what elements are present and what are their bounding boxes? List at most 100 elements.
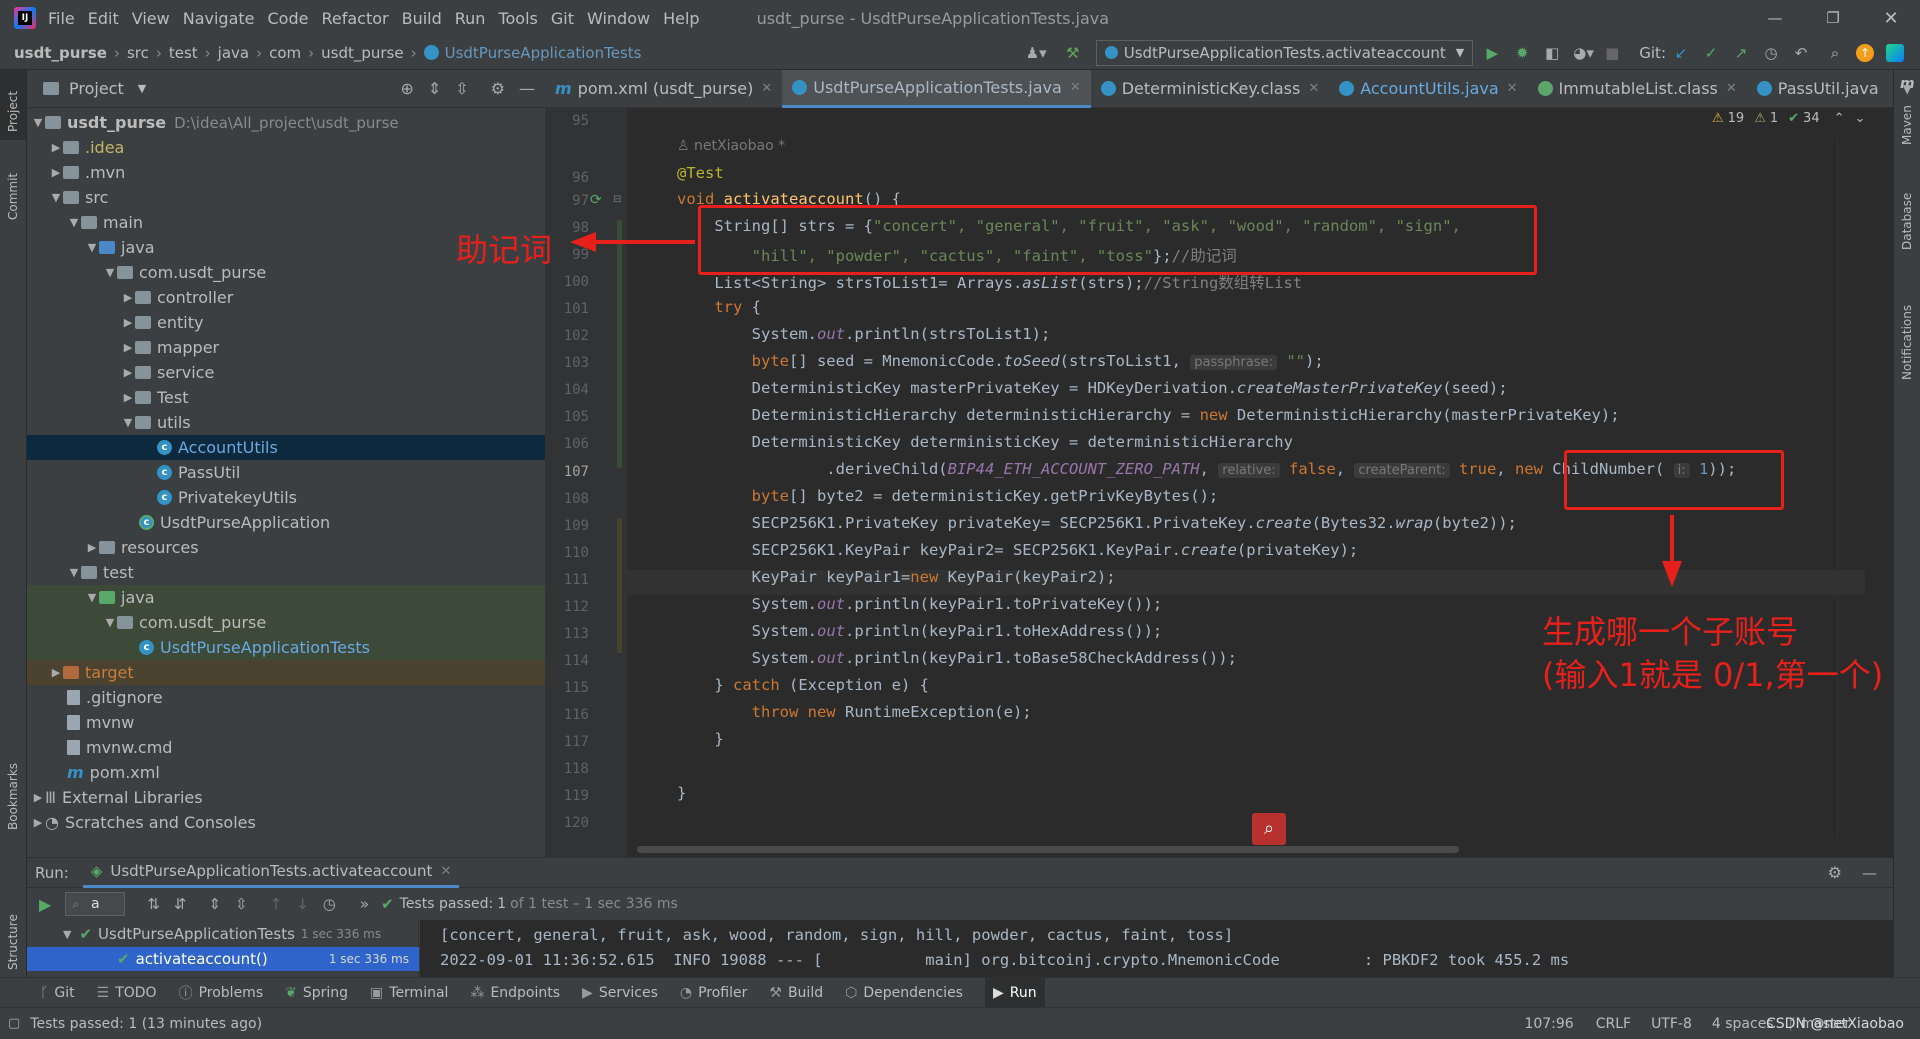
tab-passutil[interactable]: PassUtil.java (1747, 70, 1889, 108)
tree-item-mvn[interactable]: ▶ .mvn (27, 160, 545, 185)
test-tree-root[interactable]: ▼ ✔ UsdtPurseApplicationTests 1 sec 336 … (27, 922, 419, 946)
coverage-icon[interactable]: ◧ (1543, 44, 1561, 62)
breadcrumb-com[interactable]: com (269, 44, 301, 62)
tree-item-pom[interactable]: m pom.xml (27, 760, 545, 785)
run-tab[interactable]: ◈ UsdtPurseApplicationTests.activateacco… (82, 858, 460, 888)
tool-build[interactable]: ⚒ Build (769, 985, 823, 1001)
plugin-icon[interactable] (1886, 43, 1904, 62)
caret-position[interactable]: 107:96 (1524, 1016, 1573, 1032)
profile-icon[interactable]: ◕▾ (1573, 44, 1594, 62)
tool-spring[interactable]: ❦ Spring (285, 985, 348, 1001)
menu-git[interactable]: Git (551, 9, 574, 28)
tree-item-src[interactable]: ▼ src (27, 185, 545, 210)
indent-setting[interactable]: 4 spaces (1712, 1016, 1774, 1032)
close-icon[interactable]: ✕ (1726, 81, 1737, 96)
gear-icon[interactable]: ⚙ (491, 79, 505, 98)
tool-problems[interactable]: ⓘ Problems (179, 983, 264, 1003)
tree-item-target[interactable]: ▶ target (27, 660, 545, 685)
locate-icon[interactable]: ⊕ (400, 79, 413, 98)
tool-dependencies[interactable]: ⬡ Dependencies (845, 985, 963, 1001)
structure-tool-button[interactable]: Structure (6, 914, 20, 970)
sort-duration-icon[interactable]: ⇵ (174, 895, 187, 913)
next-icon[interactable]: ↓ (296, 895, 309, 913)
breadcrumb-java[interactable]: java (218, 44, 249, 62)
tree-item-test-pkg[interactable]: ▶ Test (27, 385, 545, 410)
tool-git[interactable]: ᚴ Git (40, 985, 75, 1001)
tree-item-external-libraries[interactable]: ▶ Ⅲ External Libraries (27, 785, 545, 810)
test-search-input[interactable]: ⌕ a (65, 892, 126, 916)
expand-all-icon[interactable]: ⇕ (428, 79, 441, 98)
run-config-select[interactable]: UsdtPurseApplicationTests.activateaccoun… (1095, 39, 1474, 66)
chevron-down-icon[interactable]: ▼ (138, 82, 146, 95)
tree-item-mvnw-cmd[interactable]: mvnw.cmd (27, 735, 545, 760)
menu-window[interactable]: Window (587, 9, 650, 28)
git-update-icon[interactable]: ↙ (1672, 44, 1690, 62)
stop-icon[interactable]: ■ (1603, 44, 1621, 62)
menu-help[interactable]: Help (663, 9, 699, 28)
hammer-icon[interactable]: ⚒ (1064, 44, 1082, 62)
tree-item-mapper[interactable]: ▶ mapper (27, 335, 545, 360)
git-commit-icon[interactable]: ✓ (1702, 44, 1720, 62)
restore-button[interactable]: ❐ (1804, 9, 1862, 27)
test-tree-child[interactable]: ✔ activateaccount() 1 sec 336 ms (27, 947, 419, 971)
tab-accountutils[interactable]: AccountUtils.java ✕ (1329, 70, 1527, 108)
git-push-icon[interactable]: ↗ (1732, 44, 1750, 62)
tree-item-passutil[interactable]: c PassUtil (27, 460, 545, 485)
run-icon[interactable]: ▶ (1483, 44, 1501, 62)
tool-todo[interactable]: ☰ TODO (97, 985, 157, 1001)
rerun-icon[interactable]: ▶ (39, 895, 51, 914)
tool-profiler[interactable]: ◔ Profiler (680, 985, 748, 1001)
hide-icon[interactable]: — (519, 79, 535, 98)
menu-refactor[interactable]: Refactor (321, 9, 388, 28)
menu-code[interactable]: Code (268, 9, 309, 28)
maven-tool-button[interactable]: Maven (1900, 105, 1914, 145)
close-window-button[interactable]: ✕ (1862, 8, 1920, 29)
console-output[interactable]: [concert, general, fruit, ask, wood, ran… (420, 920, 1893, 978)
inspection-widget[interactable]: ⚠ 19 ⚠ 1 ✔ 34 ⌃ ⌄ (1712, 111, 1865, 126)
tab-deterministickey[interactable]: DeterministicKey.class ✕ (1091, 70, 1329, 108)
search-icon[interactable]: ⌕ (1826, 44, 1844, 62)
tree-item-scratches[interactable]: ▶ ◔ Scratches and Consoles (27, 810, 545, 835)
menu-build[interactable]: Build (402, 9, 442, 28)
tree-item-test-java[interactable]: ▼ java (27, 585, 545, 610)
collapse-all-icon[interactable]: ⇳ (455, 79, 468, 98)
tab-pom-xml[interactable]: m pom.xml (usdt_purse) ✕ (545, 70, 782, 108)
close-icon[interactable]: ✕ (1070, 80, 1081, 95)
more-icon[interactable]: » (360, 895, 369, 913)
chevron-up-icon[interactable]: ⌃ (1834, 111, 1845, 126)
tree-item-gitignore[interactable]: .gitignore (27, 685, 545, 710)
tree-item-resources[interactable]: ▶ resources (27, 535, 545, 560)
chevron-down-icon[interactable]: ⌄ (1855, 111, 1866, 126)
tool-services[interactable]: ▶ Services (582, 985, 658, 1001)
breadcrumb-package[interactable]: usdt_purse (321, 44, 403, 62)
database-tool-button[interactable]: Database (1900, 193, 1914, 250)
search-floating-icon[interactable]: ⌕ (1252, 813, 1286, 845)
chevron-down-icon[interactable]: ▼ (1903, 82, 1912, 96)
menu-edit[interactable]: Edit (88, 9, 119, 28)
debug-icon[interactable]: ✹ (1513, 44, 1531, 62)
tab-usdtpurseapplicationtests[interactable]: UsdtPurseApplicationTests.java ✕ (782, 69, 1091, 108)
tree-item-tests-class[interactable]: c UsdtPurseApplicationTests (27, 635, 545, 660)
breadcrumb-test[interactable]: test (169, 44, 198, 62)
expand-all-icon[interactable]: ⇕ (208, 895, 221, 913)
bookmarks-tool-button[interactable]: Bookmarks (6, 763, 20, 830)
minimize-button[interactable]: — (1746, 9, 1804, 27)
tree-item-idea[interactable]: ▶ .idea (27, 135, 545, 160)
run-test-gutter-icon[interactable]: ⟳ (590, 192, 602, 208)
line-separator[interactable]: CRLF (1596, 1016, 1631, 1032)
tree-item-privatekeyutils[interactable]: c PrivatekeyUtils (27, 485, 545, 510)
tree-item-accountutils[interactable]: c AccountUtils (27, 435, 545, 460)
menu-run[interactable]: Run (455, 9, 486, 28)
user-icon[interactable]: ♟▾ (1026, 44, 1047, 62)
project-panel-title[interactable]: Project (69, 79, 124, 98)
tree-item-mvnw[interactable]: mvnw (27, 710, 545, 735)
update-icon[interactable]: ↑ (1856, 43, 1874, 62)
collapse-all-icon[interactable]: ⇳ (235, 895, 248, 913)
tool-terminal[interactable]: ▣ Terminal (370, 985, 448, 1001)
horizontal-scrollbar[interactable] (637, 846, 1459, 853)
tool-endpoints[interactable]: ⁂ Endpoints (470, 985, 560, 1001)
commit-tool-button[interactable]: Commit (6, 173, 20, 220)
close-icon[interactable]: ✕ (1507, 81, 1518, 96)
tree-item-test-package[interactable]: ▼ com.usdt_purse (27, 610, 545, 635)
tree-item-utils[interactable]: ▼ utils (27, 410, 545, 435)
